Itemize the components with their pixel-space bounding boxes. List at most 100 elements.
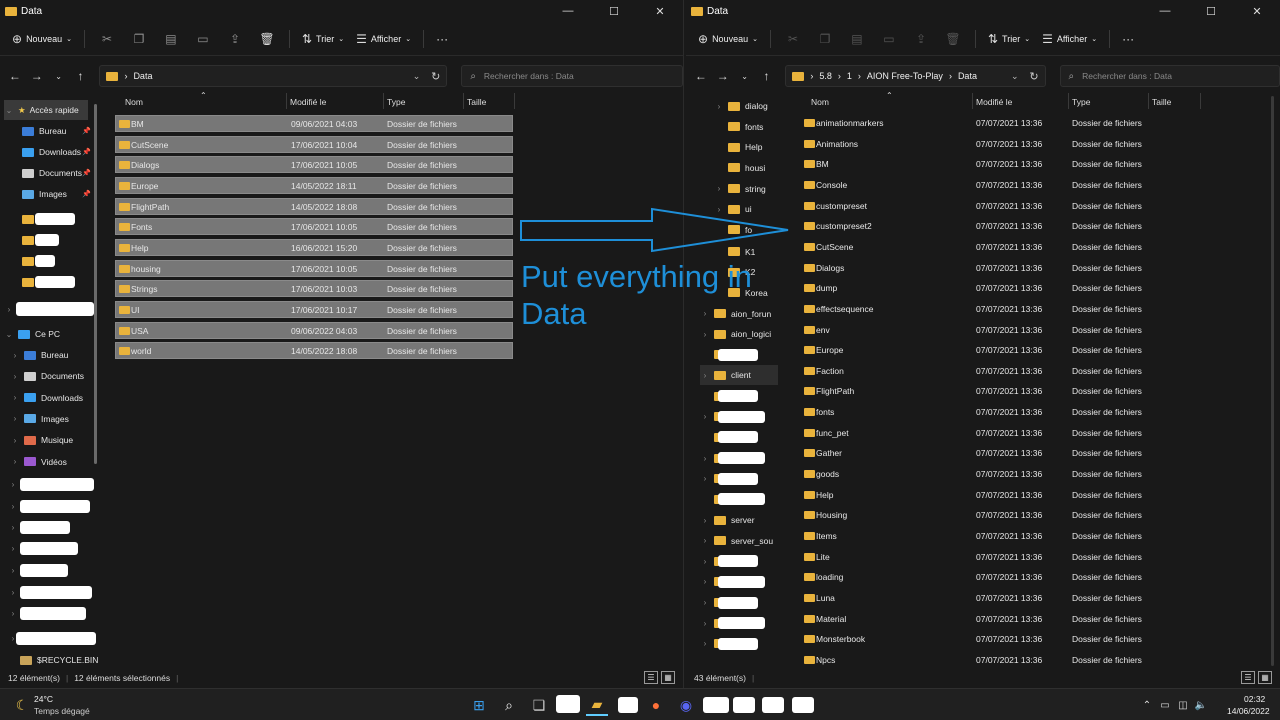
minimize-button[interactable]: — xyxy=(545,0,591,22)
table-row[interactable]: Material 07/07/2021 13:36 Dossier de fichi… xyxy=(801,611,1199,628)
table-row[interactable]: Dialogs 07/07/2021 13:36 Dossier de fichie… xyxy=(801,260,1199,277)
nav-tree-item[interactable]: › client xyxy=(700,365,778,386)
chevron-right-icon[interactable]: › xyxy=(4,305,14,314)
nav-item[interactable]: › Downloads xyxy=(10,388,83,408)
table-row[interactable]: animationmarkers 07/07/2021 13:36 Dossier … xyxy=(801,115,1199,132)
close-button[interactable]: ✕ xyxy=(637,0,683,22)
chevron-right-icon[interactable]: › xyxy=(714,102,724,111)
nav-item-recycle[interactable]: $RECYCLE.BIN xyxy=(20,650,98,666)
nav-item[interactable]: › Vidéos xyxy=(10,452,67,472)
more-options-button[interactable]: ··· xyxy=(1116,26,1140,52)
nav-this-pc[interactable]: ⌄ Ce PC xyxy=(4,324,60,344)
sort-button[interactable]: ⇅ Trier ⌄ xyxy=(296,26,350,52)
address-field[interactable]: › 5.8 › 1 › AION Free-To-Play › Data ⌄ ↻ xyxy=(785,65,1046,87)
refresh-icon[interactable]: ↻ xyxy=(1029,70,1038,83)
start-icon[interactable]: ⊞ xyxy=(468,694,490,716)
table-row[interactable]: Faction 07/07/2021 13:36 Dossier de fichie… xyxy=(801,363,1199,380)
chevron-right-icon[interactable]: › xyxy=(10,351,20,360)
rename-icon[interactable]: ▭ xyxy=(873,26,905,52)
table-row[interactable]: Monsterbook 07/07/2021 13:36 Dossier de fi… xyxy=(801,631,1199,648)
paste-icon[interactable]: ▤ xyxy=(155,26,187,52)
file-explorer-icon[interactable]: ▰ xyxy=(586,694,608,716)
sort-button[interactable]: ⇅ Trier ⌄ xyxy=(982,26,1036,52)
clock-date[interactable]: 14/06/2022 xyxy=(1227,706,1270,716)
breadcrumb-item[interactable]: Data xyxy=(958,71,977,81)
column-type[interactable]: Type xyxy=(387,97,405,107)
chevron-right-icon[interactable]: › xyxy=(8,566,18,575)
weather-temp[interactable]: 24°C xyxy=(34,694,53,704)
share-icon[interactable]: ⇪ xyxy=(219,26,251,52)
view-button[interactable]: ☰ Afficher ⌄ xyxy=(1036,26,1103,52)
table-row[interactable]: FlightPath 07/07/2021 13:36 Dossier de fic… xyxy=(801,383,1199,400)
table-row[interactable]: fonts 07/07/2021 13:36 Dossier de fichiers xyxy=(801,404,1199,421)
recent-chevron-icon[interactable]: ⌄ xyxy=(734,64,756,88)
copy-icon[interactable]: ❐ xyxy=(809,26,841,52)
chevron-right-icon[interactable]: › xyxy=(700,536,710,545)
copy-icon[interactable]: ❐ xyxy=(123,26,155,52)
nav-tree-item[interactable]: housi xyxy=(714,158,765,178)
nav-tree-item[interactable]: › string xyxy=(714,179,766,199)
chevron-right-icon[interactable]: › xyxy=(700,454,710,463)
breadcrumb-item[interactable]: Data xyxy=(133,71,152,81)
nav-item[interactable]: › Musique xyxy=(10,430,73,450)
table-row[interactable]: dump 07/07/2021 13:36 Dossier de fichiers xyxy=(801,280,1199,297)
chevron-down-icon[interactable]: ⌄ xyxy=(4,106,14,115)
table-row[interactable]: Fonts 17/06/2021 10:05 Dossier de fichiers xyxy=(115,218,513,236)
table-row[interactable]: custompreset2 07/07/2021 13:36 Dossier de … xyxy=(801,218,1199,235)
table-row[interactable]: func_pet 07/07/2021 13:36 Dossier de fichi… xyxy=(801,425,1199,442)
delete-icon[interactable]: 🗑 xyxy=(937,26,969,52)
chevron-right-icon[interactable]: › xyxy=(10,414,20,423)
chevron-right-icon[interactable]: › xyxy=(8,502,18,511)
cut-icon[interactable]: ✂ xyxy=(777,26,809,52)
table-row[interactable]: Strings 17/06/2021 10:03 Dossier de fichie… xyxy=(115,280,513,298)
search-input[interactable]: ⌕ Rechercher dans : Data xyxy=(461,65,683,87)
table-row[interactable]: Dialogs 17/06/2021 10:05 Dossier de fichie… xyxy=(115,156,513,174)
chevron-down-icon[interactable]: ⌄ xyxy=(1011,71,1019,82)
more-options-button[interactable]: ··· xyxy=(430,26,454,52)
volume-icon[interactable]: 🔈 xyxy=(1194,694,1208,716)
breadcrumb-item[interactable]: 5.8 xyxy=(819,71,832,81)
up-icon[interactable]: ↑ xyxy=(756,64,778,88)
paste-icon[interactable]: ▤ xyxy=(841,26,873,52)
chevron-right-icon[interactable]: › xyxy=(714,205,724,214)
column-modified[interactable]: Modifié le xyxy=(290,97,326,107)
chevron-right-icon[interactable]: › xyxy=(8,480,18,489)
table-row[interactable]: Console 07/07/2021 13:36 Dossier de fichie… xyxy=(801,177,1199,194)
chevron-right-icon[interactable]: › xyxy=(10,393,20,402)
firefox-icon[interactable]: ● xyxy=(645,694,667,716)
new-button[interactable]: ⊕ Nouveau ⌄ xyxy=(692,26,764,52)
scrollbar[interactable] xyxy=(1271,96,1274,666)
nav-item[interactable]: › Bureau xyxy=(10,345,69,365)
discord-icon[interactable]: ◉ xyxy=(675,694,697,716)
cut-icon[interactable]: ✂ xyxy=(91,26,123,52)
table-row[interactable]: BM 07/07/2021 13:36 Dossier de fichiers xyxy=(801,156,1199,173)
column-modified[interactable]: Modifié le xyxy=(976,97,1012,107)
tiles-view-icon[interactable]: ▦ xyxy=(661,671,675,684)
table-row[interactable]: CutScene 17/06/2021 10:04 Dossier de fichi… xyxy=(115,135,513,153)
search-icon[interactable]: ⌕ xyxy=(498,694,520,716)
column-name[interactable]: Nom xyxy=(125,97,143,107)
view-button[interactable]: ☰ Afficher ⌄ xyxy=(350,26,417,52)
table-row[interactable]: housing 17/06/2021 10:05 Dossier de fichie… xyxy=(115,259,513,277)
breadcrumb-item[interactable]: AION Free-To-Play xyxy=(867,71,943,81)
table-row[interactable]: BM 09/06/2021 04:03 Dossier de fichiers xyxy=(115,115,513,132)
share-icon[interactable]: ⇪ xyxy=(905,26,937,52)
table-row[interactable]: UI 17/06/2021 10:17 Dossier de fichiers xyxy=(115,300,513,318)
chevron-right-icon[interactable]: › xyxy=(700,598,710,607)
nav-tree-item[interactable]: Help xyxy=(714,137,762,157)
up-icon[interactable]: ↑ xyxy=(70,64,92,88)
details-view-icon[interactable]: ☰ xyxy=(644,671,658,684)
nav-tree-item[interactable]: fo xyxy=(714,220,752,240)
chevron-right-icon[interactable]: › xyxy=(10,372,20,381)
table-row[interactable]: Npcs 07/07/2021 13:36 Dossier de fichiers xyxy=(801,652,1199,669)
table-row[interactable]: Animations 07/07/2021 13:36 Dossier de fic… xyxy=(801,136,1199,153)
chevron-right-icon[interactable]: › xyxy=(700,474,710,483)
table-row[interactable]: custompreset 07/07/2021 13:36 Dossier de f… xyxy=(801,198,1199,215)
chevron-right-icon[interactable]: › xyxy=(714,184,724,193)
column-size[interactable]: Taille xyxy=(1152,97,1171,107)
nav-quick-access[interactable]: ⌄ ★ Accès rapide xyxy=(4,100,88,120)
table-row[interactable]: USA 09/06/2022 04:03 Dossier de fichiers xyxy=(115,321,513,339)
weather-desc[interactable]: Temps dégagé xyxy=(34,706,90,716)
address-field[interactable]: › Data ⌄ ↻ xyxy=(99,65,448,87)
table-row[interactable]: Help 16/06/2021 15:20 Dossier de fichiers xyxy=(115,238,513,256)
